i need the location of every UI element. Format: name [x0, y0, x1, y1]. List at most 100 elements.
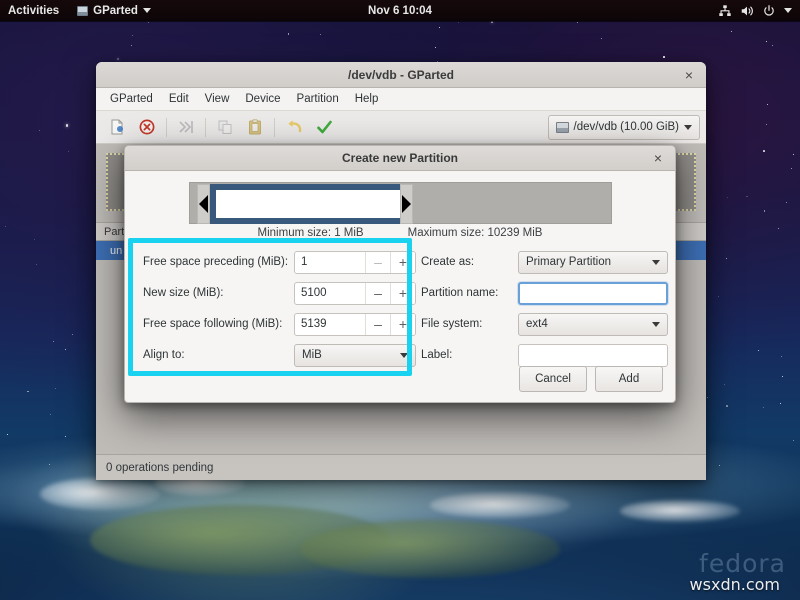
minimum-size-label: Minimum size: 1 MiB: [257, 227, 364, 239]
dialog-actions: Cancel Add: [519, 366, 663, 392]
decrement-new-size[interactable]: –: [365, 282, 390, 304]
cancel-button[interactable]: Cancel: [519, 366, 587, 392]
gparted-window-title: /dev/vdb - GParted: [347, 67, 455, 82]
system-tray: [718, 4, 800, 18]
cloud: [620, 500, 740, 522]
menu-partition[interactable]: Partition: [289, 91, 347, 107]
site-watermark: wsxdn.com: [689, 575, 780, 594]
field-file-system: File system: ext4: [421, 312, 668, 336]
status-text: 0 operations pending: [106, 461, 214, 474]
increment-new-size[interactable]: +: [390, 282, 415, 304]
chevron-down-icon: [400, 352, 408, 358]
volume-icon[interactable]: [740, 4, 754, 18]
spinner-free-space-following[interactable]: – +: [294, 312, 416, 336]
field-label: Label:: [421, 343, 668, 367]
input-partition-name-wrapper[interactable]: [518, 281, 675, 305]
label-free-space-preceding: Free space preceding (MiB):: [143, 256, 289, 268]
input-new-size[interactable]: [295, 282, 365, 304]
increment-free-space-following[interactable]: +: [390, 313, 415, 335]
form-right-column: Create as: Primary Partition Partition n…: [416, 250, 675, 375]
input-label-wrapper[interactable]: [518, 343, 668, 367]
field-create-as: Create as: Primary Partition: [421, 250, 668, 274]
gparted-toolbar: /dev/vdb (10.00 GiB): [96, 111, 706, 144]
chevron-down-icon: [652, 259, 660, 265]
gparted-app-icon: [77, 5, 89, 16]
add-button[interactable]: Add: [595, 366, 663, 392]
dialog-title: Create new Partition: [341, 151, 459, 165]
label-new-size: New size (MiB):: [143, 287, 224, 299]
dropdown-align-to[interactable]: MiB: [294, 343, 416, 367]
field-align-to: Align to: MiB: [143, 343, 416, 367]
label-free-space-following: Free space following (MiB):: [143, 318, 283, 330]
dropdown-create-as[interactable]: Primary Partition: [518, 250, 668, 274]
gparted-menu-bar: GParted Edit View Device Partition Help: [96, 88, 706, 111]
gparted-title-bar[interactable]: /dev/vdb - GParted ×: [96, 62, 706, 88]
toolbar-separator: [166, 117, 167, 137]
fedora-watermark: fedora: [699, 549, 786, 578]
spinner-new-size[interactable]: – +: [294, 281, 416, 305]
partition-row-label: un: [110, 244, 123, 257]
power-icon[interactable]: [762, 4, 776, 18]
network-icon[interactable]: [718, 4, 732, 18]
decrement-free-space-following[interactable]: –: [365, 313, 390, 335]
field-partition-name: Partition name:: [421, 281, 675, 305]
decrement-free-space-preceding[interactable]: –: [365, 251, 390, 273]
field-free-space-preceding: Free space preceding (MiB): – +: [143, 250, 416, 274]
paste-icon: [240, 114, 270, 141]
column-header-partition: Part: [104, 225, 125, 238]
dropdown-align-to-value: MiB: [302, 349, 322, 361]
input-label[interactable]: [525, 349, 661, 361]
close-icon[interactable]: ×: [680, 66, 698, 84]
dropdown-create-as-value: Primary Partition: [526, 256, 611, 268]
partition-size-slider[interactable]: [188, 182, 612, 224]
input-free-space-preceding[interactable]: [295, 251, 365, 273]
cloud: [40, 478, 160, 510]
slider-new-partition-region: [209, 184, 406, 224]
landmass: [300, 520, 560, 578]
menu-gparted[interactable]: GParted: [102, 91, 161, 107]
partition-size-slider-wrapper: [137, 180, 663, 226]
dialog-title-bar[interactable]: Create new Partition ×: [125, 146, 675, 171]
slider-right-handle[interactable]: [399, 184, 413, 224]
triangle-right-icon: [401, 195, 411, 213]
activities-button[interactable]: Activities: [0, 5, 69, 17]
dialog-content: Minimum size: 1 MiB Maximum size: 10239 …: [125, 171, 675, 402]
resize-move-icon: [171, 114, 201, 141]
app-menu-label: GParted: [93, 4, 138, 17]
spinner-free-space-preceding[interactable]: – +: [294, 250, 416, 274]
app-menu-button[interactable]: GParted: [69, 5, 159, 17]
menu-view[interactable]: View: [197, 91, 238, 107]
input-free-space-following[interactable]: [295, 313, 365, 335]
device-selector-label: /dev/vdb (10.00 GiB): [573, 121, 679, 133]
chevron-down-icon: [684, 124, 692, 130]
field-new-size: New size (MiB): – +: [143, 281, 416, 305]
input-partition-name[interactable]: [526, 287, 675, 299]
menu-device[interactable]: Device: [237, 91, 288, 107]
delete-partition-icon[interactable]: [132, 114, 162, 141]
label-file-system: File system:: [421, 318, 483, 330]
cloud: [430, 492, 570, 518]
create-new-partition-dialog: Create new Partition × Minimum size: 1 M…: [124, 145, 676, 403]
apply-icon[interactable]: [309, 114, 339, 141]
toolbar-separator: [274, 117, 275, 137]
new-partition-icon[interactable]: [102, 114, 132, 141]
gnome-top-bar: Activities GParted Nov 6 10:04: [0, 0, 800, 21]
size-range-labels: Minimum size: 1 MiB Maximum size: 10239 …: [137, 227, 663, 239]
status-bar: 0 operations pending: [96, 454, 706, 480]
chevron-down-icon[interactable]: [784, 8, 792, 13]
menu-edit[interactable]: Edit: [161, 91, 197, 107]
label-create-as: Create as:: [421, 256, 475, 268]
undo-icon: [279, 114, 309, 141]
device-selector[interactable]: /dev/vdb (10.00 GiB): [547, 114, 700, 140]
slider-left-handle[interactable]: [196, 184, 210, 224]
close-icon[interactable]: ×: [649, 149, 667, 167]
dropdown-file-system[interactable]: ext4: [518, 312, 668, 336]
triangle-left-icon: [198, 195, 208, 213]
dropdown-file-system-value: ext4: [526, 318, 548, 330]
copy-icon: [210, 114, 240, 141]
form-left-column: Free space preceding (MiB): – + New size…: [137, 250, 416, 375]
increment-free-space-preceding[interactable]: +: [390, 251, 415, 273]
chevron-down-icon: [142, 8, 151, 13]
menu-help[interactable]: Help: [347, 91, 387, 107]
field-free-space-following: Free space following (MiB): – +: [143, 312, 416, 336]
